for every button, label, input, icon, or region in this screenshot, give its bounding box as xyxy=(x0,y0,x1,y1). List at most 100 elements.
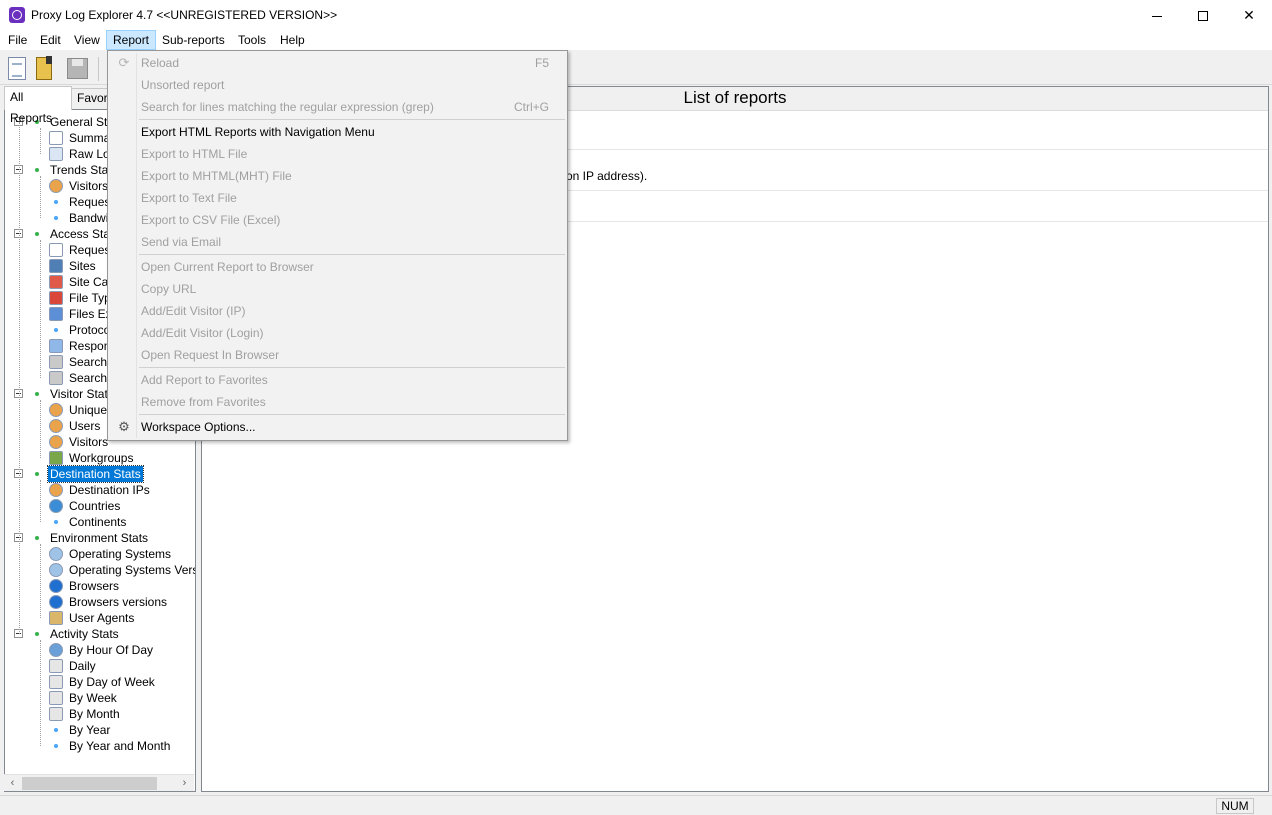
tree-item-label: Browsers xyxy=(69,579,120,593)
tree-item[interactable]: By Week xyxy=(5,690,195,706)
tree-group-label: Environment Stats xyxy=(50,531,149,545)
bullet-icon xyxy=(54,216,58,220)
menu-separator xyxy=(139,254,565,255)
menu-item-workspace-options[interactable]: ⚙ Workspace Options... xyxy=(110,416,565,438)
menu-item-export-html-reports-with-navigation-menu[interactable]: Export HTML Reports with Navigation Menu xyxy=(110,121,565,143)
menu-sub-reports[interactable]: Sub-reports xyxy=(156,30,231,50)
new-report-icon xyxy=(8,57,26,80)
menu-edit[interactable]: Edit xyxy=(34,30,67,50)
menu-item-shortcut: F5 xyxy=(534,56,549,70)
doc-icon xyxy=(49,147,63,161)
menu-tools[interactable]: Tools xyxy=(232,30,272,50)
cal-icon xyxy=(49,675,63,689)
save-button[interactable] xyxy=(64,55,90,83)
bullet-icon xyxy=(54,328,58,332)
tree-item-label: Visitors xyxy=(69,435,109,449)
menu-item-label: Open Request In Browser xyxy=(141,348,280,362)
tree-connector-line xyxy=(40,544,41,618)
menu-item-open-request-in-browser[interactable]: Open Request In Browser xyxy=(110,344,565,366)
status-dot-icon xyxy=(35,232,39,236)
bullet-icon xyxy=(54,520,58,524)
tree-item[interactable]: Daily xyxy=(5,658,195,674)
tree-item[interactable]: User Agents xyxy=(5,610,195,626)
menu-bar: File Edit View Report Sub-reports Tools … xyxy=(0,30,1272,50)
open-icon xyxy=(36,56,52,80)
maximize-icon xyxy=(1198,11,1208,22)
workspace-options-icon: ⚙ xyxy=(118,419,130,434)
menu-item-label: Remove from Favorites xyxy=(141,395,266,409)
disc-icon xyxy=(49,563,63,577)
tree-item[interactable]: By Month xyxy=(5,706,195,722)
tree-item[interactable]: By Year xyxy=(5,722,195,738)
maximize-button[interactable] xyxy=(1180,0,1226,30)
menu-item-unsorted-report[interactable]: Unsorted report xyxy=(110,74,565,96)
menu-item-remove-from-favorites[interactable]: Remove from Favorites xyxy=(110,391,565,413)
menu-item-search-for-lines-matching-the-regular-expression-grep[interactable]: Search for lines matching the regular ex… xyxy=(110,96,565,118)
menu-item-send-via-email[interactable]: Send via Email xyxy=(110,231,565,253)
tree-group-label: Visitor Stats xyxy=(50,387,114,401)
search-icon xyxy=(49,371,63,385)
tree-item[interactable]: By Hour Of Day xyxy=(5,642,195,658)
menu-item-add-report-to-favorites[interactable]: Add Report to Favorites xyxy=(110,369,565,391)
tree-group-activity[interactable]: Activity Stats xyxy=(5,626,195,642)
pie-icon xyxy=(49,291,63,305)
scroll-left-icon[interactable]: ‹ xyxy=(4,775,21,792)
tree-item[interactable]: Destination IPs xyxy=(5,482,195,498)
menu-item-label: Unsorted report xyxy=(141,78,225,92)
tree-group-environment[interactable]: Environment Stats xyxy=(5,530,195,546)
tree-connector-line xyxy=(40,176,41,218)
tree-group-destination[interactable]: Destination Stats xyxy=(5,465,195,483)
cal-icon xyxy=(49,691,63,705)
menu-item-label: Send via Email xyxy=(141,235,222,249)
cal-icon xyxy=(49,659,63,673)
menu-view[interactable]: View xyxy=(68,30,106,50)
menu-item-add-edit-visitor-ip[interactable]: Add/Edit Visitor (IP) xyxy=(110,300,565,322)
menu-item-label: Reload xyxy=(141,56,180,70)
tree-item[interactable]: Operating Systems xyxy=(5,546,195,562)
menu-report[interactable]: Report xyxy=(106,30,157,50)
menu-help[interactable]: Help xyxy=(274,30,311,50)
open-button[interactable] xyxy=(32,55,58,83)
tree-item[interactable]: Browsers xyxy=(5,578,195,594)
menu-item-open-current-report-to-browser[interactable]: Open Current Report to Browser xyxy=(110,256,565,278)
menu-item-export-to-text-file[interactable]: Export to Text File xyxy=(110,187,565,209)
tree-item-label: Sites xyxy=(69,259,96,273)
scroll-right-icon[interactable]: › xyxy=(176,775,193,792)
close-button[interactable]: ✕ xyxy=(1226,0,1272,30)
tree-item[interactable]: Workgroups xyxy=(5,450,195,466)
tree-item[interactable]: By Year and Month xyxy=(5,738,195,754)
app-icon[interactable] xyxy=(9,7,25,23)
title-bar: Proxy Log Explorer 4.7 <<UNREGISTERED VE… xyxy=(0,0,1272,30)
menu-item-label: Copy URL xyxy=(141,282,197,296)
minimize-button[interactable] xyxy=(1134,0,1180,30)
menu-item-export-to-mhtml-mht-file[interactable]: Export to MHTML(MHT) File xyxy=(110,165,565,187)
new-report-button[interactable] xyxy=(5,55,31,83)
status-dot-icon xyxy=(35,632,39,636)
menu-separator xyxy=(139,414,565,415)
menu-item-shortcut: Ctrl+G xyxy=(513,100,549,114)
blank-icon xyxy=(49,243,63,257)
menu-item-reload[interactable]: ⟳ Reload F5 xyxy=(110,52,565,74)
disc-icon xyxy=(49,547,63,561)
toolbar-separator xyxy=(98,57,99,81)
tree-item[interactable]: Countries xyxy=(5,498,195,514)
reload-icon: ⟳ xyxy=(118,55,130,70)
menu-item-label: Open Current Report to Browser xyxy=(141,260,314,274)
menu-item-copy-url[interactable]: Copy URL xyxy=(110,278,565,300)
menu-item-export-to-csv-file-excel[interactable]: Export to CSV File (Excel) xyxy=(110,209,565,231)
tree-item[interactable]: By Day of Week xyxy=(5,674,195,690)
tree-item[interactable]: Browsers versions xyxy=(5,594,195,610)
scroll-thumb[interactable] xyxy=(22,777,157,790)
tree-item[interactable]: Operating Systems Versions xyxy=(5,562,195,578)
menu-item-label: Workspace Options... xyxy=(141,420,256,434)
person-icon xyxy=(49,483,63,497)
tree-item[interactable]: Continents xyxy=(5,514,195,530)
tab-all-reports[interactable]: All Reports xyxy=(4,86,72,125)
menu-item-add-edit-visitor-login[interactable]: Add/Edit Visitor (Login) xyxy=(110,322,565,344)
tree-horizontal-scrollbar[interactable]: ‹ › xyxy=(4,774,194,791)
menu-file[interactable]: File xyxy=(2,30,33,50)
menu-item-label: Export HTML Reports with Navigation Menu xyxy=(141,125,375,139)
tree-item-label: Operating Systems xyxy=(69,547,172,561)
menu-item-export-to-html-file[interactable]: Export to HTML File xyxy=(110,143,565,165)
status-dot-icon xyxy=(35,536,39,540)
